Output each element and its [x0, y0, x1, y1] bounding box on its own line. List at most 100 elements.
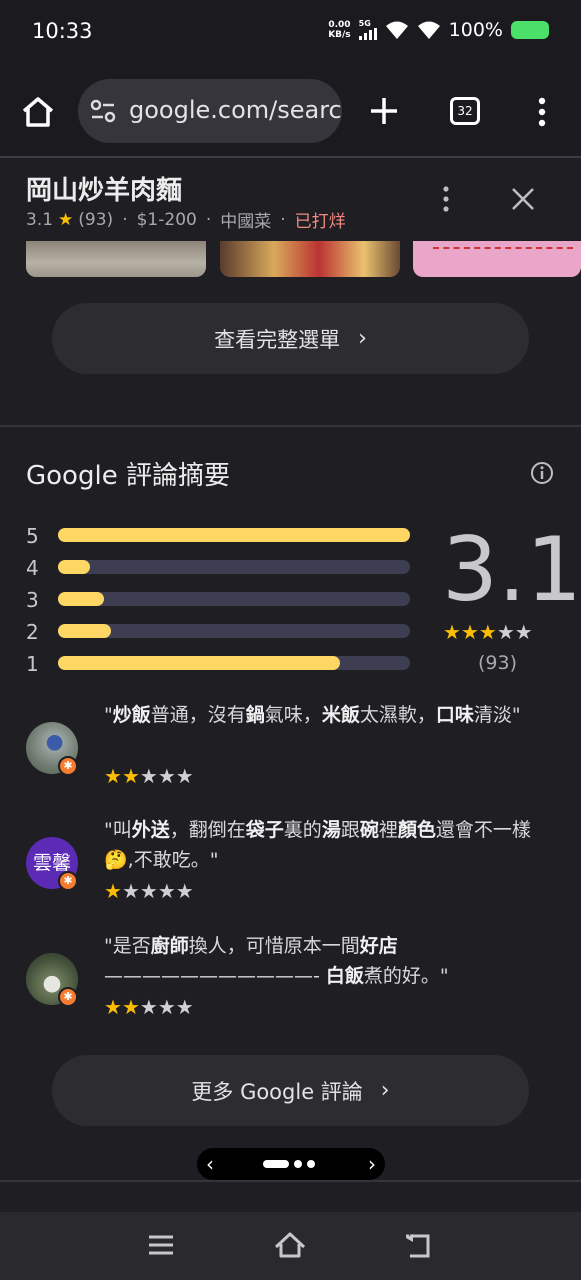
distribution-bar-fill: [58, 624, 111, 638]
page-dot: [307, 1160, 315, 1168]
review-keyword: 湯: [321, 819, 341, 841]
star-filled-icon: ★: [478, 620, 497, 644]
place-price: $1-200: [136, 209, 197, 230]
review-text-segment: 裏的: [283, 819, 322, 841]
separator-dot: ·: [280, 209, 286, 230]
review-text-segment: 清淡": [473, 704, 521, 726]
place-review-count: (93): [78, 209, 114, 230]
review-stars: ★★★★★: [104, 764, 194, 788]
distribution-row: 2: [26, 616, 416, 648]
place-title: 岡山炒羊肉麵: [26, 176, 183, 206]
review-text: "炒飯普通，沒有鍋氣味，米飯太濕軟，口味清淡": [104, 700, 554, 730]
view-full-menu-label: 查看完整選單: [214, 327, 341, 352]
view-full-menu-button[interactable]: 查看完整選單 ›: [52, 303, 529, 374]
browser-toolbar: google.com/search 32: [0, 64, 581, 156]
star-filled-icon: ★: [104, 764, 122, 788]
distribution-bar-fill: [58, 560, 90, 574]
star-filled-icon: ★: [104, 995, 122, 1019]
star-filled-icon: ★: [121, 995, 140, 1019]
star-empty-icon: ★: [175, 764, 194, 788]
system-nav-bar: [0, 1212, 581, 1280]
review-keyword: 米飯: [321, 704, 360, 726]
review-snippet[interactable]: 雲馨 ✱ "叫外送，翻倒在袋子裏的湯跟碗裡顏色還會不一樣🤔,不敢吃。" ★★★★★: [26, 815, 556, 910]
review-snippet[interactable]: ✱ "炒飯普通，沒有鍋氣味，米飯太濕軟，口味清淡" ★★★★★: [26, 700, 556, 795]
review-text-segment: 普通，沒有: [150, 704, 246, 726]
page-dot: [294, 1160, 302, 1168]
url-text[interactable]: google.com/search: [129, 96, 342, 124]
chevron-right-icon: ›: [380, 1078, 390, 1103]
review-stars: ★★★★★: [104, 879, 194, 903]
star-icon: ★: [58, 209, 74, 230]
star-empty-icon: ★: [139, 995, 158, 1019]
review-keyword: 外送: [131, 819, 170, 841]
star-empty-icon: ★: [514, 620, 533, 644]
sheet-edge: [0, 156, 581, 158]
star-filled-icon: ★: [104, 879, 122, 903]
distribution-row: 1: [26, 648, 416, 680]
star-empty-icon: ★: [496, 620, 515, 644]
star-empty-icon: ★: [139, 879, 158, 903]
tab-switcher-button[interactable]: 32: [450, 97, 480, 125]
review-text: "叫外送，翻倒在袋子裏的湯跟碗裡顏色還會不一樣🤔,不敢吃。": [104, 815, 554, 875]
info-icon[interactable]: [530, 461, 554, 485]
distribution-label: 3: [26, 588, 39, 612]
summary-count: (93): [478, 652, 518, 674]
local-guide-badge-icon: ✱: [58, 756, 78, 776]
distribution-bar-fill: [58, 656, 340, 670]
home-icon[interactable]: [20, 94, 56, 130]
nav-home-icon[interactable]: [274, 1230, 306, 1260]
star-filled-icon: ★: [443, 620, 461, 644]
carousel-pager: ‹ ›: [197, 1148, 385, 1180]
nav-back-icon[interactable]: [404, 1232, 434, 1260]
star-empty-icon: ★: [175, 995, 194, 1019]
chevron-right-icon[interactable]: ›: [368, 1152, 376, 1176]
distribution-label: 2: [26, 620, 39, 644]
distribution-label: 1: [26, 652, 39, 676]
network-speed: 0.00 KB/s: [328, 20, 351, 40]
distribution-bar-fill: [58, 592, 104, 606]
review-keyword: 口味: [435, 704, 474, 726]
section-divider: [0, 425, 581, 427]
review-text-segment: ，翻倒在: [169, 819, 246, 841]
place-photo[interactable]: [413, 241, 581, 277]
place-rating: 3.1: [26, 209, 54, 230]
close-icon[interactable]: [510, 186, 536, 212]
page-dots: [263, 1160, 315, 1168]
review-keyword: 鍋: [245, 704, 265, 726]
distribution-bar-track: [58, 624, 410, 638]
review-text-segment: ": [104, 704, 113, 726]
distribution-row: 3: [26, 584, 416, 616]
place-photo[interactable]: [26, 241, 206, 277]
separator-dot: ·: [122, 209, 128, 230]
review-keyword: 炒飯: [112, 704, 151, 726]
local-guide-badge-icon: ✱: [58, 987, 78, 1007]
separator-dot: ·: [205, 209, 212, 230]
review-text-segment: 換人，可惜原本一間: [188, 935, 360, 957]
place-meta: 3.1 ★ (93) · $1-200 · 中國菜 · 已打烊: [26, 207, 346, 233]
place-category: 中國菜: [220, 212, 272, 232]
more-vert-icon[interactable]: [534, 96, 550, 128]
more-reviews-button[interactable]: 更多 Google 評論 ›: [52, 1055, 529, 1126]
star-empty-icon: ★: [139, 764, 158, 788]
review-text-segment: ———————————-: [104, 965, 326, 987]
distribution-bar-fill: [58, 528, 410, 542]
recent-apps-icon[interactable]: [148, 1234, 174, 1256]
distribution-bar-track: [58, 592, 410, 606]
distribution-label: 4: [26, 556, 39, 580]
more-reviews-label: 更多 Google 評論: [191, 1079, 363, 1104]
address-bar[interactable]: google.com/search: [78, 79, 342, 143]
distribution-row: 4: [26, 552, 416, 584]
summary-stars: ★★★★★: [443, 620, 533, 644]
more-vert-icon[interactable]: [440, 185, 452, 213]
chevron-left-icon[interactable]: ‹: [206, 1152, 214, 1176]
place-open-status: 已打烊: [294, 212, 346, 232]
star-filled-icon: ★: [121, 764, 140, 788]
new-tab-icon[interactable]: [368, 95, 400, 127]
review-text-segment: "是否: [104, 935, 151, 957]
review-snippet[interactable]: ✱ "是否廚師換人，可惜原本一間好店 ———————————- 白飯煮的好。" ★★…: [26, 931, 556, 1026]
review-text-segment: 太濕軟，: [359, 704, 436, 726]
summary-rating: 3.1: [442, 518, 581, 621]
site-settings-icon[interactable]: [90, 99, 116, 123]
place-photo[interactable]: [220, 241, 400, 277]
star-empty-icon: ★: [157, 995, 176, 1019]
